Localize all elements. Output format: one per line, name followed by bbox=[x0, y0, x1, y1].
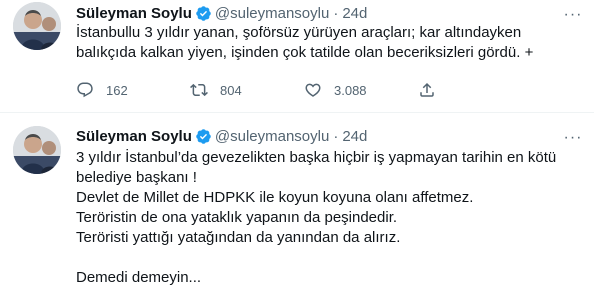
author-handle[interactable]: @suleymansoylu bbox=[215, 5, 329, 22]
author-name[interactable]: Süleyman Soylu bbox=[76, 128, 192, 145]
author-name[interactable]: Süleyman Soylu bbox=[76, 5, 192, 22]
share-icon bbox=[420, 82, 434, 97]
tweet-text-line: Demedi demeyin... bbox=[76, 269, 202, 286]
tweet-actions: 162 804 3.088 bbox=[76, 80, 496, 100]
tweet-text: İstanbullu 3 yıldır yanan, şoförsüz yürü… bbox=[76, 23, 581, 63]
tweet-text: 3 yıldır İstanbul’da gevezelikten başka … bbox=[76, 148, 581, 288]
timestamp[interactable]: 24d bbox=[342, 5, 367, 22]
retweet-count: 804 bbox=[220, 82, 242, 98]
avatar[interactable] bbox=[13, 2, 61, 50]
more-icon[interactable]: ··· bbox=[562, 127, 584, 149]
verified-badge-icon bbox=[195, 5, 212, 22]
heart-icon bbox=[305, 83, 321, 97]
tweet[interactable]: Süleyman Soylu @suleymansoylu · 24d ··· … bbox=[0, 0, 594, 112]
tweet-text-line: Teröristin de ona yataklık yapanın da pe… bbox=[76, 209, 398, 226]
reply-icon bbox=[77, 82, 93, 98]
timestamp[interactable]: 24d bbox=[342, 128, 367, 145]
tweet-divider bbox=[0, 112, 594, 113]
tweet-text-line: İstanbullu 3 yıldır yanan, şoförsüz yürü… bbox=[76, 24, 522, 41]
reply-button[interactable]: 162 bbox=[76, 81, 190, 99]
tweet-text-line: Teröristi yattığı yatağından da yanından… bbox=[76, 229, 401, 246]
tweet[interactable]: Süleyman Soylu @suleymansoylu · 24d ··· … bbox=[0, 118, 594, 286]
verified-badge-icon bbox=[195, 128, 212, 145]
separator-dot: · bbox=[333, 4, 339, 22]
author-handle[interactable]: @suleymansoylu bbox=[215, 128, 329, 145]
retweet-icon bbox=[190, 83, 208, 97]
like-button[interactable]: 3.088 bbox=[304, 81, 418, 99]
tweet-text-line: balıkçıda kalkan yiyen, işinden çok tati… bbox=[76, 44, 534, 61]
tweet-text-line: 3 yıldır İstanbul’da gevezelikten başka … bbox=[76, 149, 557, 166]
like-count: 3.088 bbox=[334, 82, 367, 98]
tweet-header: Süleyman Soylu @suleymansoylu · 24d bbox=[76, 125, 367, 147]
separator-dot: · bbox=[333, 127, 339, 145]
avatar[interactable] bbox=[13, 126, 61, 174]
share-button[interactable] bbox=[418, 81, 448, 99]
tweet-header: Süleyman Soylu @suleymansoylu · 24d bbox=[76, 2, 367, 24]
tweet-text-line: Devlet de Millet de HDPKK ile koyun koyu… bbox=[76, 189, 474, 206]
reply-count: 162 bbox=[106, 82, 128, 98]
tweet-text-line: belediye başkanı ! bbox=[76, 169, 197, 186]
retweet-button[interactable]: 804 bbox=[190, 81, 304, 99]
